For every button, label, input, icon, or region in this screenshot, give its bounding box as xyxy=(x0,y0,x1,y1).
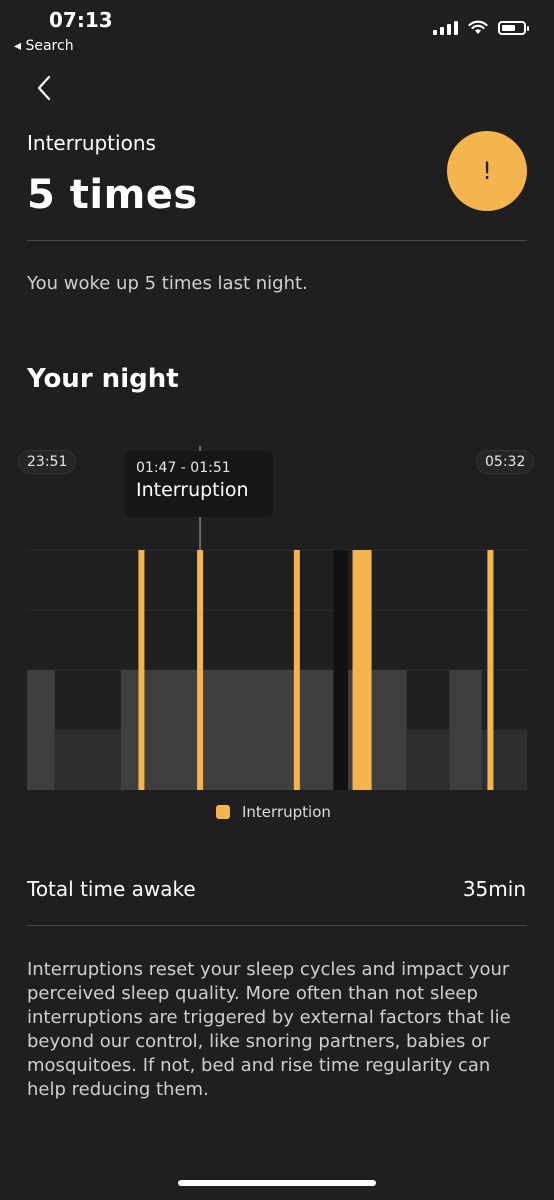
sleep-phase-block xyxy=(120,670,334,790)
chevron-left-icon xyxy=(37,75,51,101)
chart-tooltip: 01:47 - 01:51 Interruption xyxy=(125,451,273,517)
sleep-phase-block xyxy=(449,670,482,790)
wifi-icon xyxy=(468,20,488,34)
totals-divider xyxy=(27,925,527,926)
status-icons xyxy=(433,20,529,35)
back-to-search-link[interactable]: ◂ Search xyxy=(14,38,74,54)
sleep-phase-block xyxy=(54,730,121,790)
metric-label: Interruptions xyxy=(27,131,156,155)
chart-end-time: 05:32 xyxy=(476,450,535,474)
interruption-bar[interactable] xyxy=(352,550,372,790)
home-indicator[interactable] xyxy=(178,1180,376,1186)
chart-legend: Interruption xyxy=(216,803,331,821)
legend-swatch-interruption xyxy=(216,805,230,819)
sleep-chart[interactable] xyxy=(0,440,554,800)
status-time: 07:13 xyxy=(49,8,113,32)
interruption-bar[interactable] xyxy=(138,550,145,790)
signal-icon xyxy=(433,20,458,35)
sleep-phase-block xyxy=(333,550,349,790)
interruption-bar[interactable] xyxy=(293,550,300,790)
total-awake-value: 35min xyxy=(462,877,526,901)
header-divider xyxy=(27,240,527,241)
sleep-phase-block xyxy=(406,730,450,790)
tooltip-label: Interruption xyxy=(136,479,249,501)
total-awake-label: Total time awake xyxy=(27,877,196,901)
alert-icon: ! xyxy=(447,131,527,211)
sleep-phase-block xyxy=(27,670,55,790)
alert-symbol: ! xyxy=(482,157,492,185)
metric-value: 5 times xyxy=(27,172,198,218)
back-button[interactable] xyxy=(28,72,60,104)
legend-label-interruption: Interruption xyxy=(242,803,331,821)
info-text: Interruptions reset your sleep cycles an… xyxy=(27,959,511,1100)
tooltip-time-range: 01:47 - 01:51 xyxy=(136,460,231,476)
chart-start-time: 23:51 xyxy=(18,450,77,474)
summary-text: You woke up 5 times last night. xyxy=(27,273,308,294)
interruption-bar[interactable] xyxy=(487,550,494,790)
night-title: Your night xyxy=(27,364,179,394)
battery-icon xyxy=(498,20,529,35)
interruption-bar[interactable] xyxy=(197,550,204,790)
